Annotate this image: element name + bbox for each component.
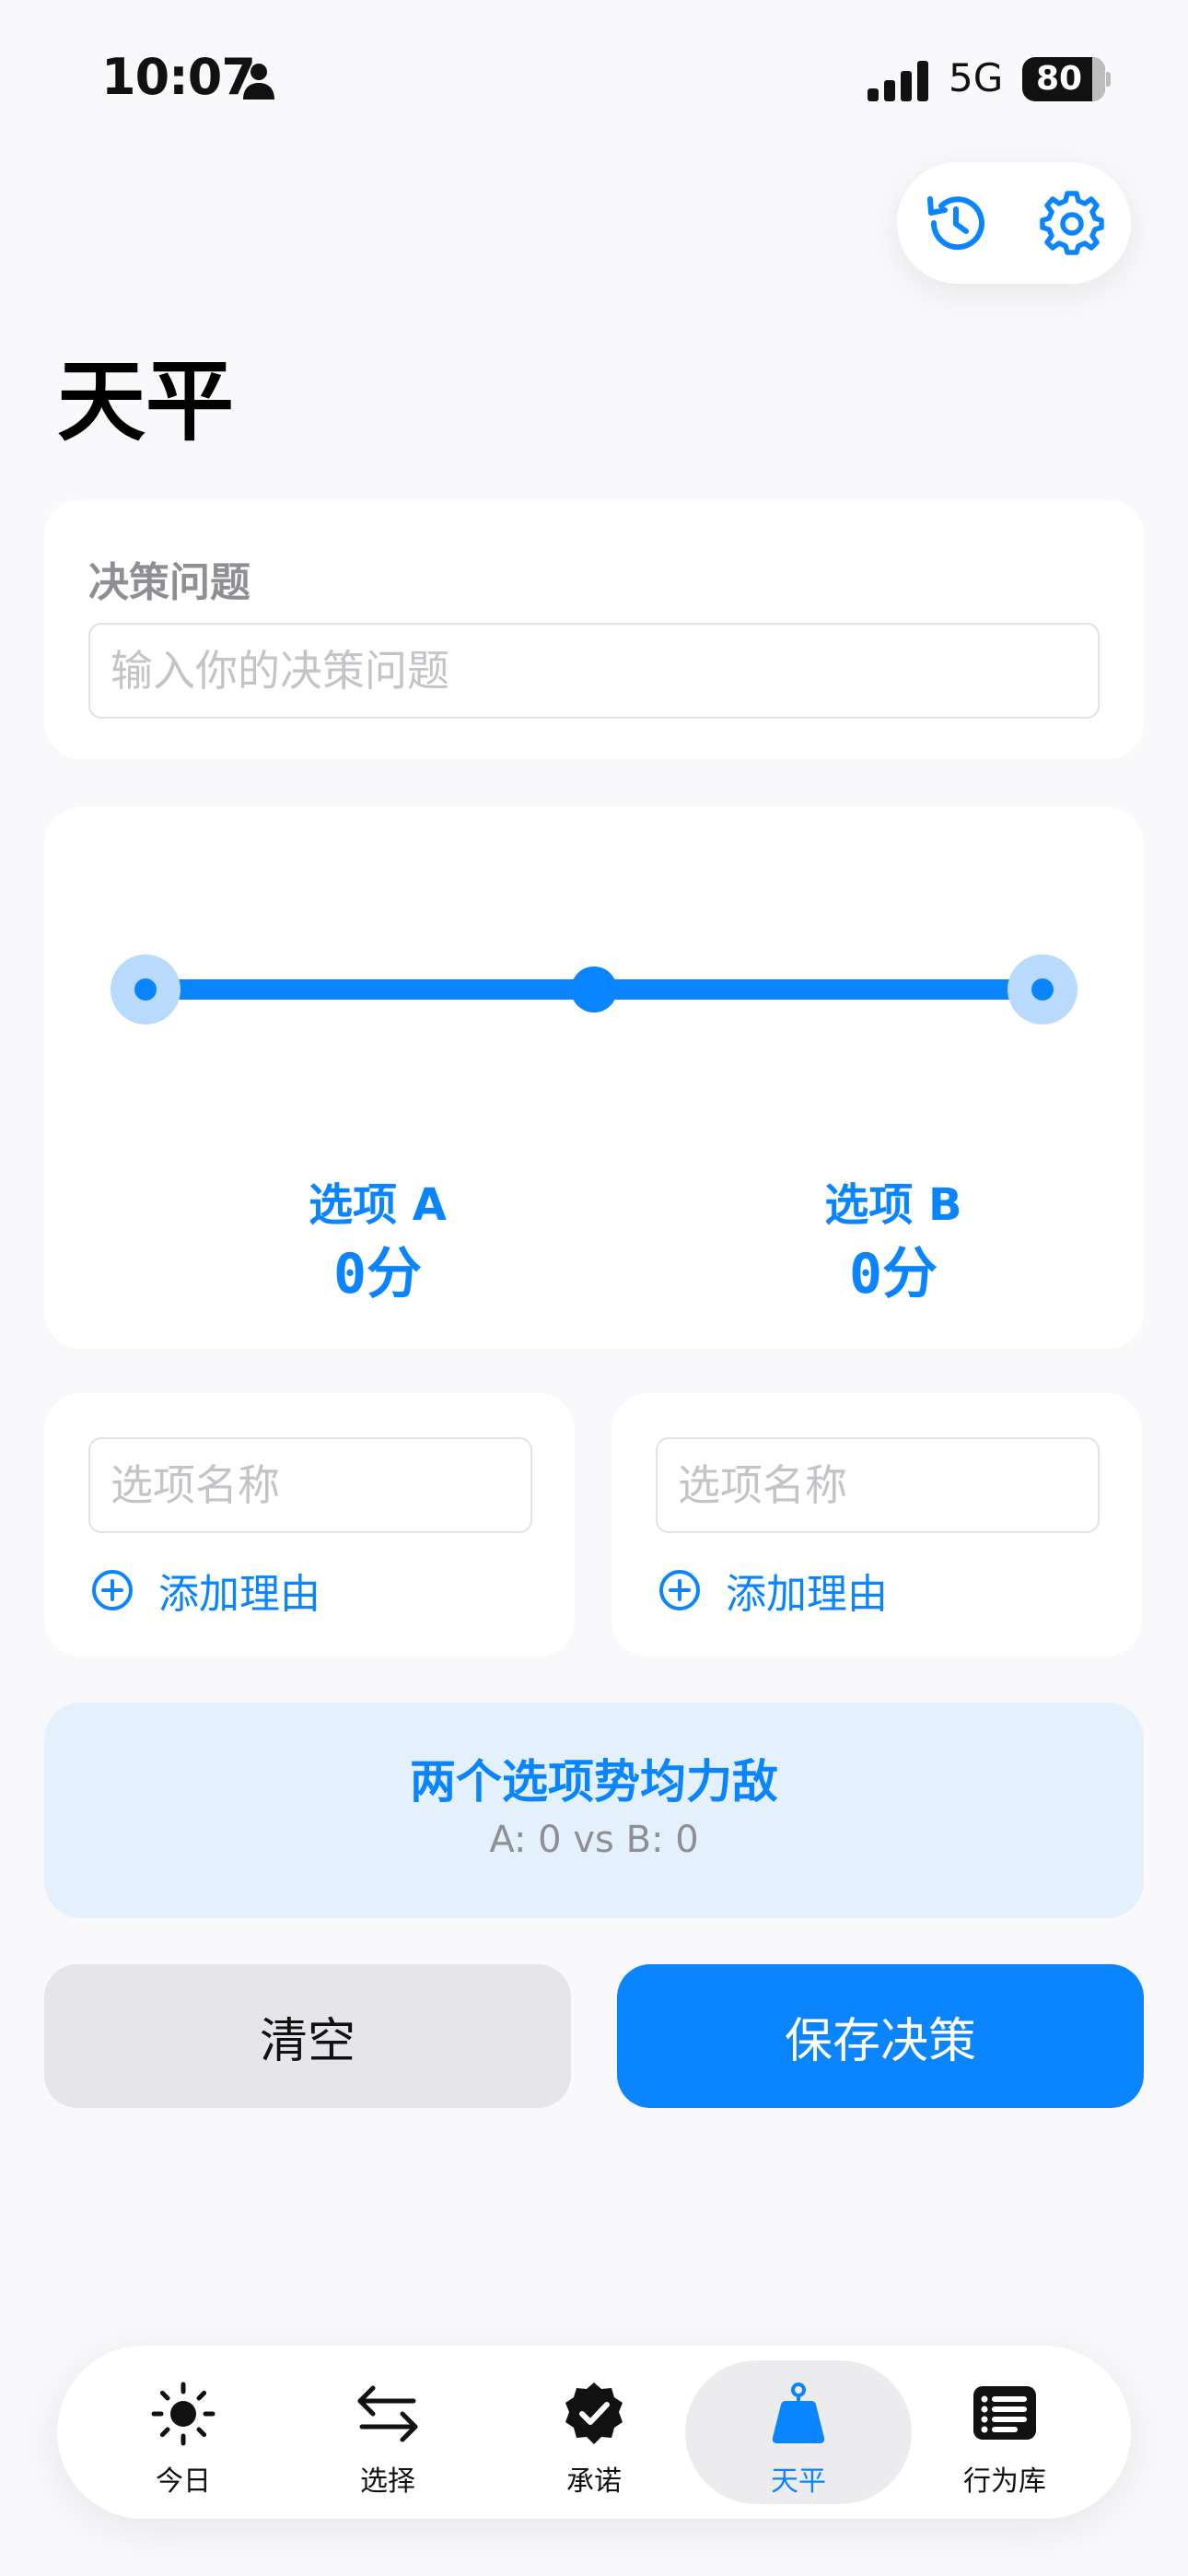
arrows-swap-icon (357, 2385, 418, 2442)
result-scores: A: 0 vs B: 0 (489, 1819, 699, 1861)
add-reason-label: 添加理由 (726, 1571, 888, 1618)
option-b-label: 选项 B (824, 1179, 962, 1231)
battery-level: 80 (1035, 60, 1083, 98)
settings-button[interactable] (1031, 182, 1112, 263)
option-b-score: 0分 (848, 1242, 938, 1306)
tab-today[interactable]: 今日 (70, 2360, 297, 2504)
balance-card: 选项 A 0分 选项 B 0分 (44, 807, 1144, 1349)
tab-bar: 今日 选择 承诺 天平 行为库 (57, 2346, 1131, 2519)
tab-behavior-library[interactable]: 行为库 (891, 2360, 1118, 2504)
option-a-name-input[interactable] (88, 1437, 532, 1533)
network-label: 5G (949, 55, 1004, 100)
top-actions-pill (897, 162, 1131, 284)
battery-indicator: 80 (1022, 57, 1111, 101)
option-a-card: 添加理由 (44, 1393, 575, 1657)
tab-label: 承诺 (566, 2465, 622, 2498)
result-title: 两个选项势均力敌 (410, 1755, 778, 1809)
question-label: 决策问题 (88, 559, 250, 606)
clear-button[interactable]: 清空 (44, 1964, 571, 2108)
option-a-add-reason-button[interactable]: 添加理由 (90, 1564, 320, 1618)
tab-label: 今日 (156, 2465, 211, 2498)
tab-label: 天平 (771, 2465, 826, 2498)
result-banner: 两个选项势均力敌 A: 0 vs B: 0 (44, 1703, 1144, 1918)
scale-weight-icon (772, 2383, 825, 2443)
save-decision-button[interactable]: 保存决策 (617, 1964, 1144, 2108)
option-b-add-reason-button[interactable]: 添加理由 (658, 1564, 888, 1618)
signal-icon (868, 61, 928, 101)
tab-choice[interactable]: 选择 (274, 2360, 501, 2504)
tab-commitment[interactable]: 承诺 (481, 2360, 707, 2504)
gear-icon (1040, 191, 1104, 255)
option-b-card: 添加理由 (611, 1393, 1142, 1657)
history-icon (927, 196, 984, 251)
add-reason-label: 添加理由 (158, 1571, 320, 1618)
tab-balance[interactable]: 天平 (685, 2360, 912, 2504)
option-b-name-input[interactable] (656, 1437, 1100, 1533)
balance-pan-left (111, 954, 181, 1025)
balance-pivot (571, 966, 617, 1013)
status-bar: 10:07 5G 80 (0, 0, 1188, 157)
plus-circle-icon (659, 1570, 700, 1610)
option-a-score: 0分 (332, 1242, 423, 1306)
option-a-label: 选项 A (309, 1179, 447, 1231)
history-button[interactable] (915, 182, 996, 263)
checkmark-seal-icon (565, 2383, 623, 2444)
status-time: 10:07 (101, 48, 256, 106)
list-icon (973, 2386, 1036, 2440)
plus-circle-icon (92, 1570, 133, 1610)
page-title: 天平 (57, 350, 234, 453)
person-icon (243, 64, 274, 100)
tab-label: 选择 (360, 2465, 415, 2498)
question-card: 决策问题 (44, 499, 1144, 759)
sun-icon (151, 2382, 215, 2446)
question-input[interactable] (88, 623, 1100, 719)
balance-pan-right (1007, 954, 1077, 1025)
tab-label: 行为库 (963, 2465, 1046, 2498)
